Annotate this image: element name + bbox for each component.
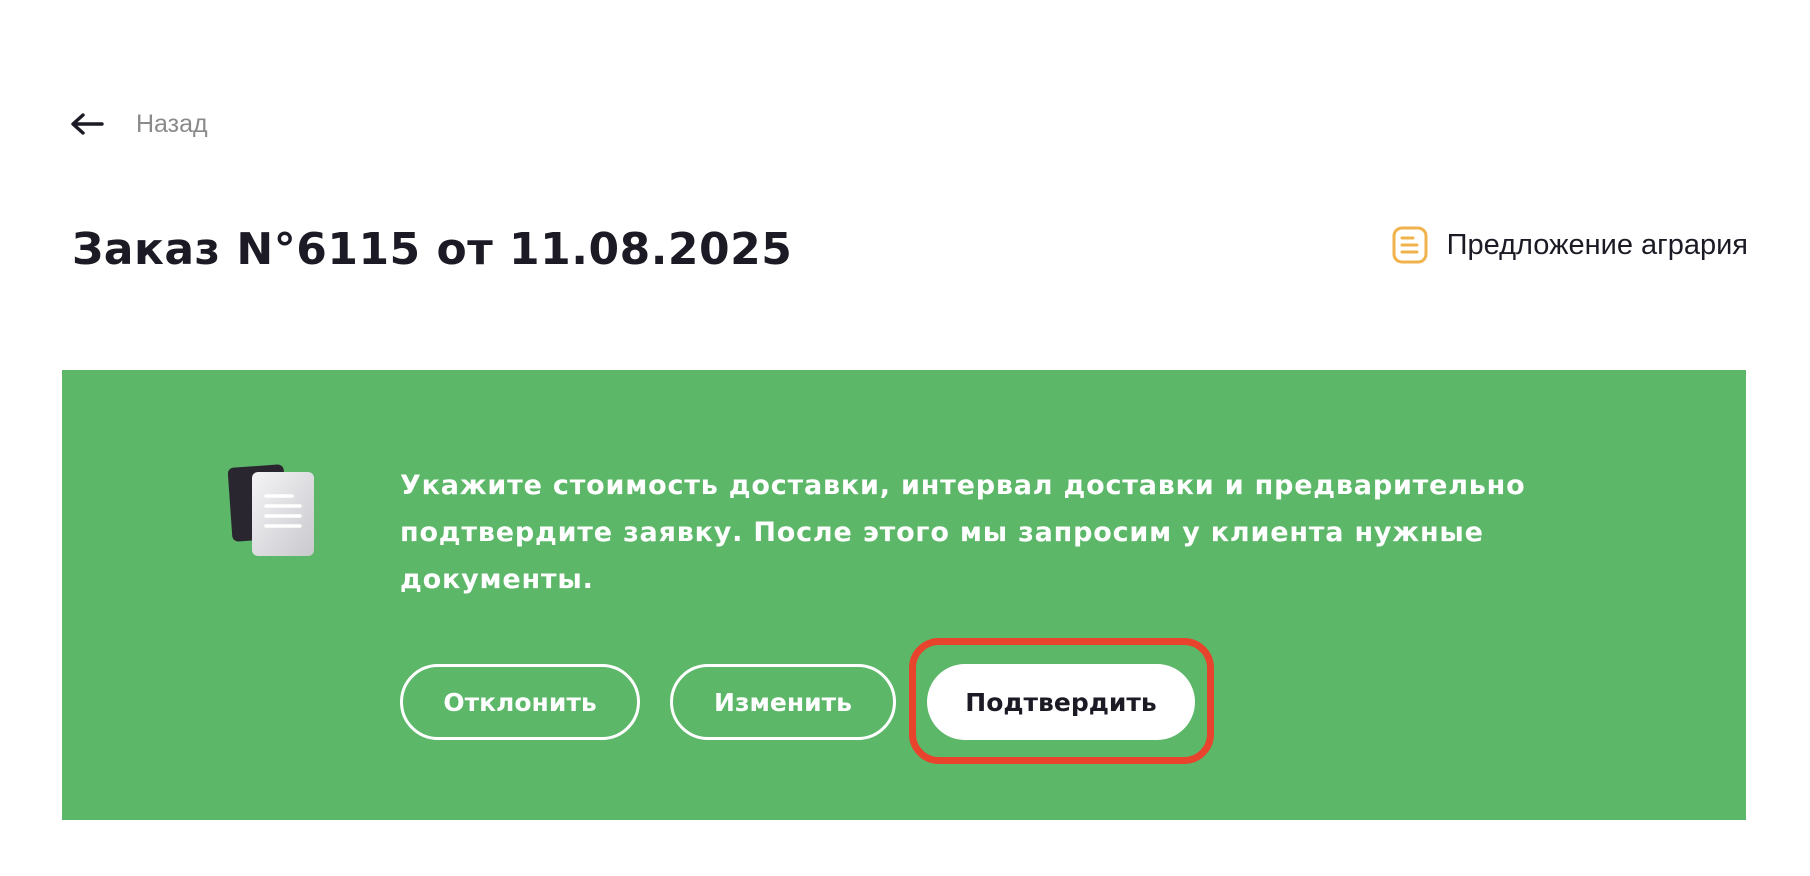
page-title: Заказ N°6115 от 11.08.2025 xyxy=(72,224,793,275)
farmer-proposal-link[interactable]: Предложение агрария xyxy=(1391,222,1748,268)
confirm-order-banner: Укажите стоимость доставки, интервал дос… xyxy=(62,370,1746,820)
documents-stack-icon xyxy=(227,464,314,556)
edit-button[interactable]: Изменить xyxy=(670,664,896,740)
back-link-label: Назад xyxy=(136,109,208,138)
reject-button[interactable]: Отклонить xyxy=(400,664,640,740)
confirm-button[interactable]: Подтвердить xyxy=(927,664,1195,740)
document-icon xyxy=(1392,226,1428,264)
banner-message: Укажите стоимость доставки, интервал дос… xyxy=(400,470,1526,595)
order-page: Назад Заказ N°6115 от 11.08.2025 Предлож… xyxy=(0,0,1810,876)
back-link[interactable]: Назад xyxy=(70,104,208,144)
arrow-left-icon xyxy=(71,113,104,135)
farmer-proposal-label: Предложение агрария xyxy=(1446,228,1748,261)
